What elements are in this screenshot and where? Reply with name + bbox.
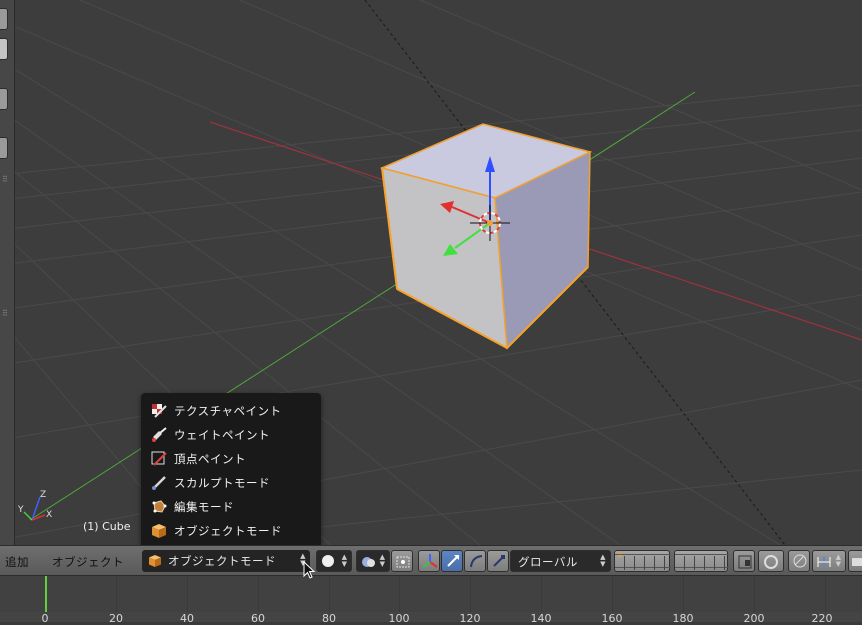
- manipulator-icon: [422, 553, 438, 573]
- timeline-tick-label: 180: [672, 612, 694, 625]
- up-down-arrows-icon: ▲ ▼: [379, 553, 385, 568]
- menu-item-weight-paint[interactable]: ウェイトペイント: [151, 424, 316, 446]
- render-preview-button[interactable]: [758, 550, 784, 572]
- timeline-tick-label: 120: [459, 612, 481, 625]
- menu-item-label: オブジェクトモード: [174, 524, 282, 538]
- mode-dropdown-menu: テクスチャペイント ウェイトペイント 頂点ペイント スカルプトモード 編集モード…: [141, 393, 321, 545]
- panel-grip-icon[interactable]: ⠿: [2, 176, 8, 184]
- up-down-arrows-icon: ▲ ▼: [835, 553, 841, 568]
- menu-item-texture-paint[interactable]: テクスチャペイント: [151, 400, 316, 422]
- axis-gizmo-y-label: Y: [17, 505, 24, 515]
- 3d-viewport[interactable]: Z X Y ⠿ ⠿ (1) Cube: [0, 0, 862, 545]
- timeline-gridline: [187, 576, 188, 612]
- up-down-arrows-icon: ▲ ▼: [600, 553, 606, 568]
- scale-manipulator-button[interactable]: [487, 550, 509, 572]
- menu-item-label: 編集モード: [174, 500, 234, 514]
- timeline-strip[interactable]: [0, 576, 862, 612]
- active-object-label: (1) Cube: [83, 520, 131, 533]
- translate-arrow-icon: [445, 553, 461, 573]
- pivot-point-select[interactable]: ▲ ▼: [356, 550, 390, 572]
- timeline-tick-label: 140: [530, 612, 552, 625]
- proportional-edit-icon: [792, 553, 808, 573]
- timeline-tick-label: 160: [601, 612, 623, 625]
- timeline-tick-label: 200: [743, 612, 765, 625]
- axis-gizmo-x-label: X: [46, 510, 52, 520]
- panel-grip-icon[interactable]: ⠿: [2, 310, 8, 318]
- scale-icon: [491, 553, 507, 573]
- solid-shading-icon: [322, 555, 334, 567]
- timeline-tick-label: 0: [41, 612, 49, 625]
- vertex-paint-icon: [151, 451, 167, 467]
- rotate-arc-icon: [468, 553, 484, 573]
- timeline-tick-label: 100: [388, 612, 410, 625]
- viewport-shading-select[interactable]: ▲ ▼: [316, 550, 352, 572]
- timeline-gridline: [541, 576, 542, 612]
- texture-paint-icon: [151, 403, 167, 419]
- opengl-render-button[interactable]: [848, 550, 862, 572]
- menu-item-sculpt[interactable]: スカルプトモード: [151, 472, 316, 494]
- tool-shelf-button[interactable]: [0, 137, 8, 159]
- current-frame-indicator[interactable]: [45, 576, 47, 612]
- timeline-tick-label: 20: [109, 612, 123, 625]
- menu-item-label: ウェイトペイント: [174, 428, 270, 442]
- timeline-gridline: [470, 576, 471, 612]
- edit-mode-icon: [151, 499, 167, 515]
- menu-item-vertex-paint[interactable]: 頂点ペイント: [151, 448, 316, 470]
- cube-object[interactable]: [379, 123, 593, 350]
- mode-select-value: オブジェクトモード: [168, 554, 276, 568]
- menu-item-object-mode[interactable]: オブジェクトモード: [151, 520, 316, 542]
- timeline-gridline: [825, 576, 826, 612]
- proportional-edit-button[interactable]: [788, 550, 810, 572]
- center-points-icon: [395, 554, 411, 573]
- tool-shelf-button[interactable]: [0, 8, 8, 30]
- timeline-gridline: [329, 576, 330, 612]
- rotate-manipulator-button[interactable]: [464, 550, 486, 572]
- timeline-gridline: [612, 576, 613, 612]
- y-axis-line: [29, 91, 696, 521]
- layer-lock-icon: [738, 554, 752, 573]
- render-circle-icon: [764, 554, 778, 573]
- manipulator-toggle[interactable]: [418, 550, 440, 572]
- sculpt-icon: [151, 475, 167, 491]
- timeline-gridline: [754, 576, 755, 612]
- manipulate-center-button[interactable]: [391, 550, 413, 572]
- object-mode-icon: [151, 523, 167, 539]
- mouse-pointer-icon: [303, 560, 317, 585]
- object-menu[interactable]: オブジェクト: [52, 554, 124, 570]
- menu-item-edit-mode[interactable]: 編集モード: [151, 496, 316, 518]
- axis-gizmo-z-label: Z: [40, 490, 46, 500]
- timeline-gridline: [258, 576, 259, 612]
- object-mode-icon: [148, 554, 164, 568]
- translate-manipulator-button[interactable]: [441, 550, 463, 572]
- menu-item-label: 頂点ペイント: [174, 452, 246, 466]
- orientation-value: グローバル: [518, 555, 578, 569]
- tool-shelf-button[interactable]: [0, 38, 8, 60]
- tool-shelf[interactable]: ⠿ ⠿: [0, 0, 15, 545]
- lock-camera-button[interactable]: [733, 550, 755, 572]
- view3d-header: 追加 オブジェクト オブジェクトモード ▲ ▼ ▲ ▼ ▲ ▼ グローバル ▲ …: [0, 545, 862, 576]
- mode-select[interactable]: オブジェクトモード ▲ ▼: [142, 550, 310, 572]
- timeline-gridline: [116, 576, 117, 612]
- transform-orientation-select[interactable]: グローバル ▲ ▼: [510, 550, 611, 572]
- add-menu[interactable]: 追加: [5, 554, 29, 570]
- timeline-tick-label: 80: [322, 612, 336, 625]
- timeline-tick-label: 220: [811, 612, 833, 625]
- timeline-gridline: [399, 576, 400, 612]
- snap-element-select[interactable]: ▲ ▼: [812, 550, 846, 572]
- timeline-gridline: [683, 576, 684, 612]
- camera-render-icon: [851, 554, 862, 573]
- weight-paint-icon: [151, 427, 167, 443]
- tool-shelf-button[interactable]: [0, 88, 8, 110]
- layer-buttons-right[interactable]: [674, 550, 729, 572]
- menu-item-label: テクスチャペイント: [174, 404, 282, 418]
- snap-increment-icon: [816, 554, 832, 573]
- layer-buttons-left[interactable]: [614, 550, 671, 572]
- timeline-tick-label: 60: [251, 612, 265, 625]
- up-down-arrows-icon: ▲ ▼: [341, 553, 347, 568]
- menu-item-label: スカルプトモード: [174, 476, 270, 490]
- timeline-editor[interactable]: 0 20 40 60 80 100 120 140 160 180 200 22…: [0, 576, 862, 625]
- pivot-icon: [361, 554, 377, 573]
- viewport-scene: Z X Y: [0, 0, 862, 545]
- timeline-tick-label: 40: [180, 612, 194, 625]
